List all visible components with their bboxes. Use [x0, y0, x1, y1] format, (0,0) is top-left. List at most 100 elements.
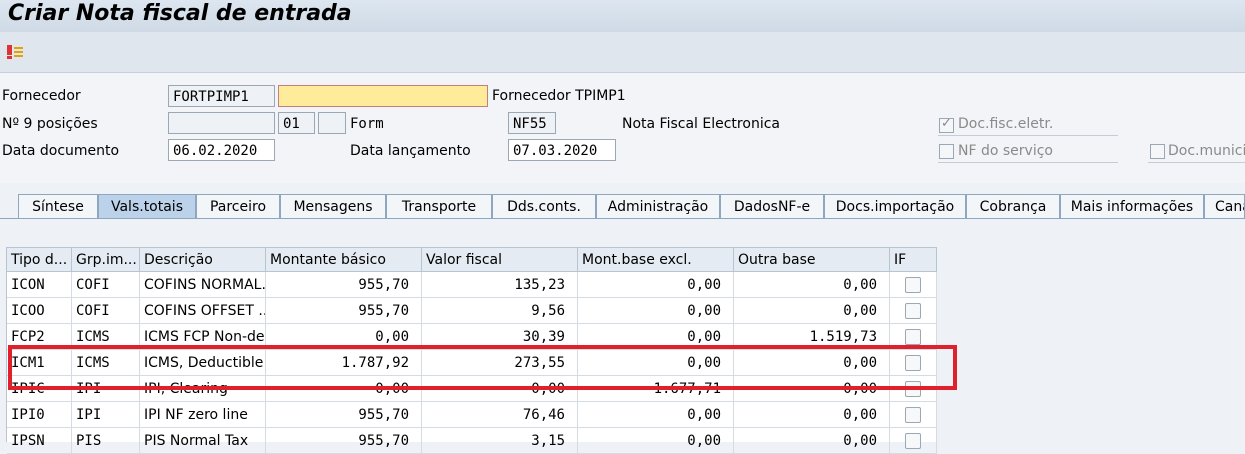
- form-description: Nota Fiscal Electronica: [622, 116, 780, 132]
- column-header-montante-basico[interactable]: Montante básico: [266, 248, 422, 272]
- tab-parceiro[interactable]: Parceiro: [196, 194, 280, 218]
- table-cell[interactable]: ICMS: [72, 324, 140, 350]
- divider: [938, 135, 1118, 136]
- table-cell[interactable]: ICM1: [7, 350, 72, 376]
- tab-cana[interactable]: Cana: [1204, 194, 1245, 218]
- tab-administracao[interactable]: Administração: [596, 194, 720, 218]
- data-documento-field[interactable]: 06.02.2020: [168, 139, 275, 161]
- header-details-icon[interactable]: [6, 44, 24, 60]
- table-cell[interactable]: 0,00: [734, 350, 890, 376]
- page-title: Criar Nota fiscal de entrada: [8, 1, 352, 26]
- table-cell[interactable]: COFINS OFFSET ...: [140, 298, 266, 324]
- table-cell[interactable]: 0,00: [734, 402, 890, 428]
- column-header-mont-base-excl[interactable]: Mont.base excl.: [578, 248, 734, 272]
- table-cell[interactable]: 9,56: [422, 298, 578, 324]
- tax-values-table: Tipo d... Grp.im... Descrição Montante b…: [6, 247, 937, 454]
- if-checkbox[interactable]: [905, 303, 921, 319]
- table-cell[interactable]: 955,70: [266, 272, 422, 298]
- tab-mensagens[interactable]: Mensagens: [280, 194, 386, 218]
- table-cell[interactable]: IPI: [72, 402, 140, 428]
- doc-fisc-eletr-checkbox[interactable]: [939, 116, 954, 133]
- table-cell[interactable]: 0,00: [578, 298, 734, 324]
- doc-municip-checkbox[interactable]: [1150, 144, 1165, 159]
- table-cell[interactable]: 0,00: [266, 376, 422, 402]
- fornecedor-name: Fornecedor TPIMP1: [492, 88, 626, 104]
- nr9-field[interactable]: [168, 112, 275, 134]
- tab-strip: Síntese Vals.totais Parceiro Mensagens T…: [0, 190, 1245, 219]
- tab-cobranca[interactable]: Cobrança: [966, 194, 1060, 218]
- table-cell[interactable]: ICOO: [7, 298, 72, 324]
- table-cell[interactable]: 0,00: [734, 428, 890, 454]
- table-cell[interactable]: 30,39: [422, 324, 578, 350]
- table-cell: [890, 428, 937, 454]
- table-cell[interactable]: 0,00: [734, 376, 890, 402]
- table-cell[interactable]: 0,00: [422, 376, 578, 402]
- tab-sintese[interactable]: Síntese: [18, 194, 98, 218]
- fornecedor-code-field[interactable]: FORTPIMP1: [168, 85, 275, 107]
- table-cell[interactable]: 955,70: [266, 428, 422, 454]
- table-cell[interactable]: COFI: [72, 298, 140, 324]
- table-cell[interactable]: 955,70: [266, 402, 422, 428]
- if-checkbox[interactable]: [905, 277, 921, 293]
- table-cell[interactable]: 0,00: [734, 298, 890, 324]
- table-cell[interactable]: PIS: [72, 428, 140, 454]
- table-cell[interactable]: 76,46: [422, 402, 578, 428]
- doc-fisc-eletr-label: Doc.fisc.eletr.: [958, 116, 1054, 132]
- column-header-tipo[interactable]: Tipo d...: [7, 248, 72, 272]
- table-cell[interactable]: IPI, Clearing: [140, 376, 266, 402]
- column-header-valor-fiscal[interactable]: Valor fiscal: [422, 248, 578, 272]
- if-checkbox[interactable]: [905, 407, 921, 423]
- tab-mais-informacoes[interactable]: Mais informações: [1060, 194, 1204, 218]
- tab-transporte[interactable]: Transporte: [386, 194, 492, 218]
- tab-docs-importacao[interactable]: Docs.importação: [824, 194, 966, 218]
- table-cell: [890, 298, 937, 324]
- data-lancamento-field[interactable]: 07.03.2020: [508, 139, 616, 161]
- table-cell[interactable]: IPI: [72, 376, 140, 402]
- table-cell[interactable]: 0,00: [734, 272, 890, 298]
- table-cell[interactable]: IPI0: [7, 402, 72, 428]
- table-cell[interactable]: IPIC: [7, 376, 72, 402]
- table-cell[interactable]: 1.677,71: [578, 376, 734, 402]
- fornecedor-label: Fornecedor: [2, 88, 81, 104]
- table-cell[interactable]: 1.787,92: [266, 350, 422, 376]
- fornecedor-input[interactable]: [278, 85, 488, 107]
- table-cell[interactable]: ICMS, Deductible: [140, 350, 266, 376]
- table-cell[interactable]: FCP2: [7, 324, 72, 350]
- subserie-field[interactable]: [318, 112, 346, 134]
- tab-dados-nfe[interactable]: DadosNF-e: [720, 194, 824, 218]
- table-cell[interactable]: ICMS FCP Non-de...: [140, 324, 266, 350]
- serie-field[interactable]: 01: [278, 112, 315, 134]
- table-cell[interactable]: PIS Normal Tax: [140, 428, 266, 454]
- form-field[interactable]: NF55: [508, 112, 556, 134]
- if-checkbox[interactable]: [905, 433, 921, 449]
- table-cell[interactable]: 0,00: [578, 324, 734, 350]
- table-cell[interactable]: 955,70: [266, 298, 422, 324]
- table-cell[interactable]: 0,00: [578, 272, 734, 298]
- table-cell[interactable]: COFINS NORMAL...: [140, 272, 266, 298]
- table-cell[interactable]: 3,15: [422, 428, 578, 454]
- table-cell[interactable]: 0,00: [578, 402, 734, 428]
- doc-municip-label: Doc.municip: [1168, 143, 1245, 159]
- table-cell[interactable]: 0,00: [578, 428, 734, 454]
- column-header-if[interactable]: IF: [890, 248, 937, 272]
- table-cell: [890, 376, 937, 402]
- table-cell[interactable]: 273,55: [422, 350, 578, 376]
- table-cell[interactable]: 1.519,73: [734, 324, 890, 350]
- table-cell[interactable]: IPSN: [7, 428, 72, 454]
- if-checkbox[interactable]: [905, 355, 921, 371]
- if-checkbox[interactable]: [905, 329, 921, 345]
- tab-dds-conts[interactable]: Dds.conts.: [492, 194, 596, 218]
- table-cell[interactable]: 135,23: [422, 272, 578, 298]
- table-cell[interactable]: ICMS: [72, 350, 140, 376]
- column-header-descricao[interactable]: Descrição: [140, 248, 266, 272]
- if-checkbox[interactable]: [905, 381, 921, 397]
- table-cell[interactable]: ICON: [7, 272, 72, 298]
- table-cell[interactable]: IPI NF zero line: [140, 402, 266, 428]
- table-cell[interactable]: 0,00: [266, 324, 422, 350]
- nf-servico-checkbox[interactable]: [939, 144, 954, 159]
- table-cell[interactable]: 0,00: [578, 350, 734, 376]
- column-header-grupo[interactable]: Grp.im...: [72, 248, 140, 272]
- column-header-outra-base[interactable]: Outra base: [734, 248, 890, 272]
- tab-vals-totais[interactable]: Vals.totais: [98, 194, 196, 218]
- table-cell[interactable]: COFI: [72, 272, 140, 298]
